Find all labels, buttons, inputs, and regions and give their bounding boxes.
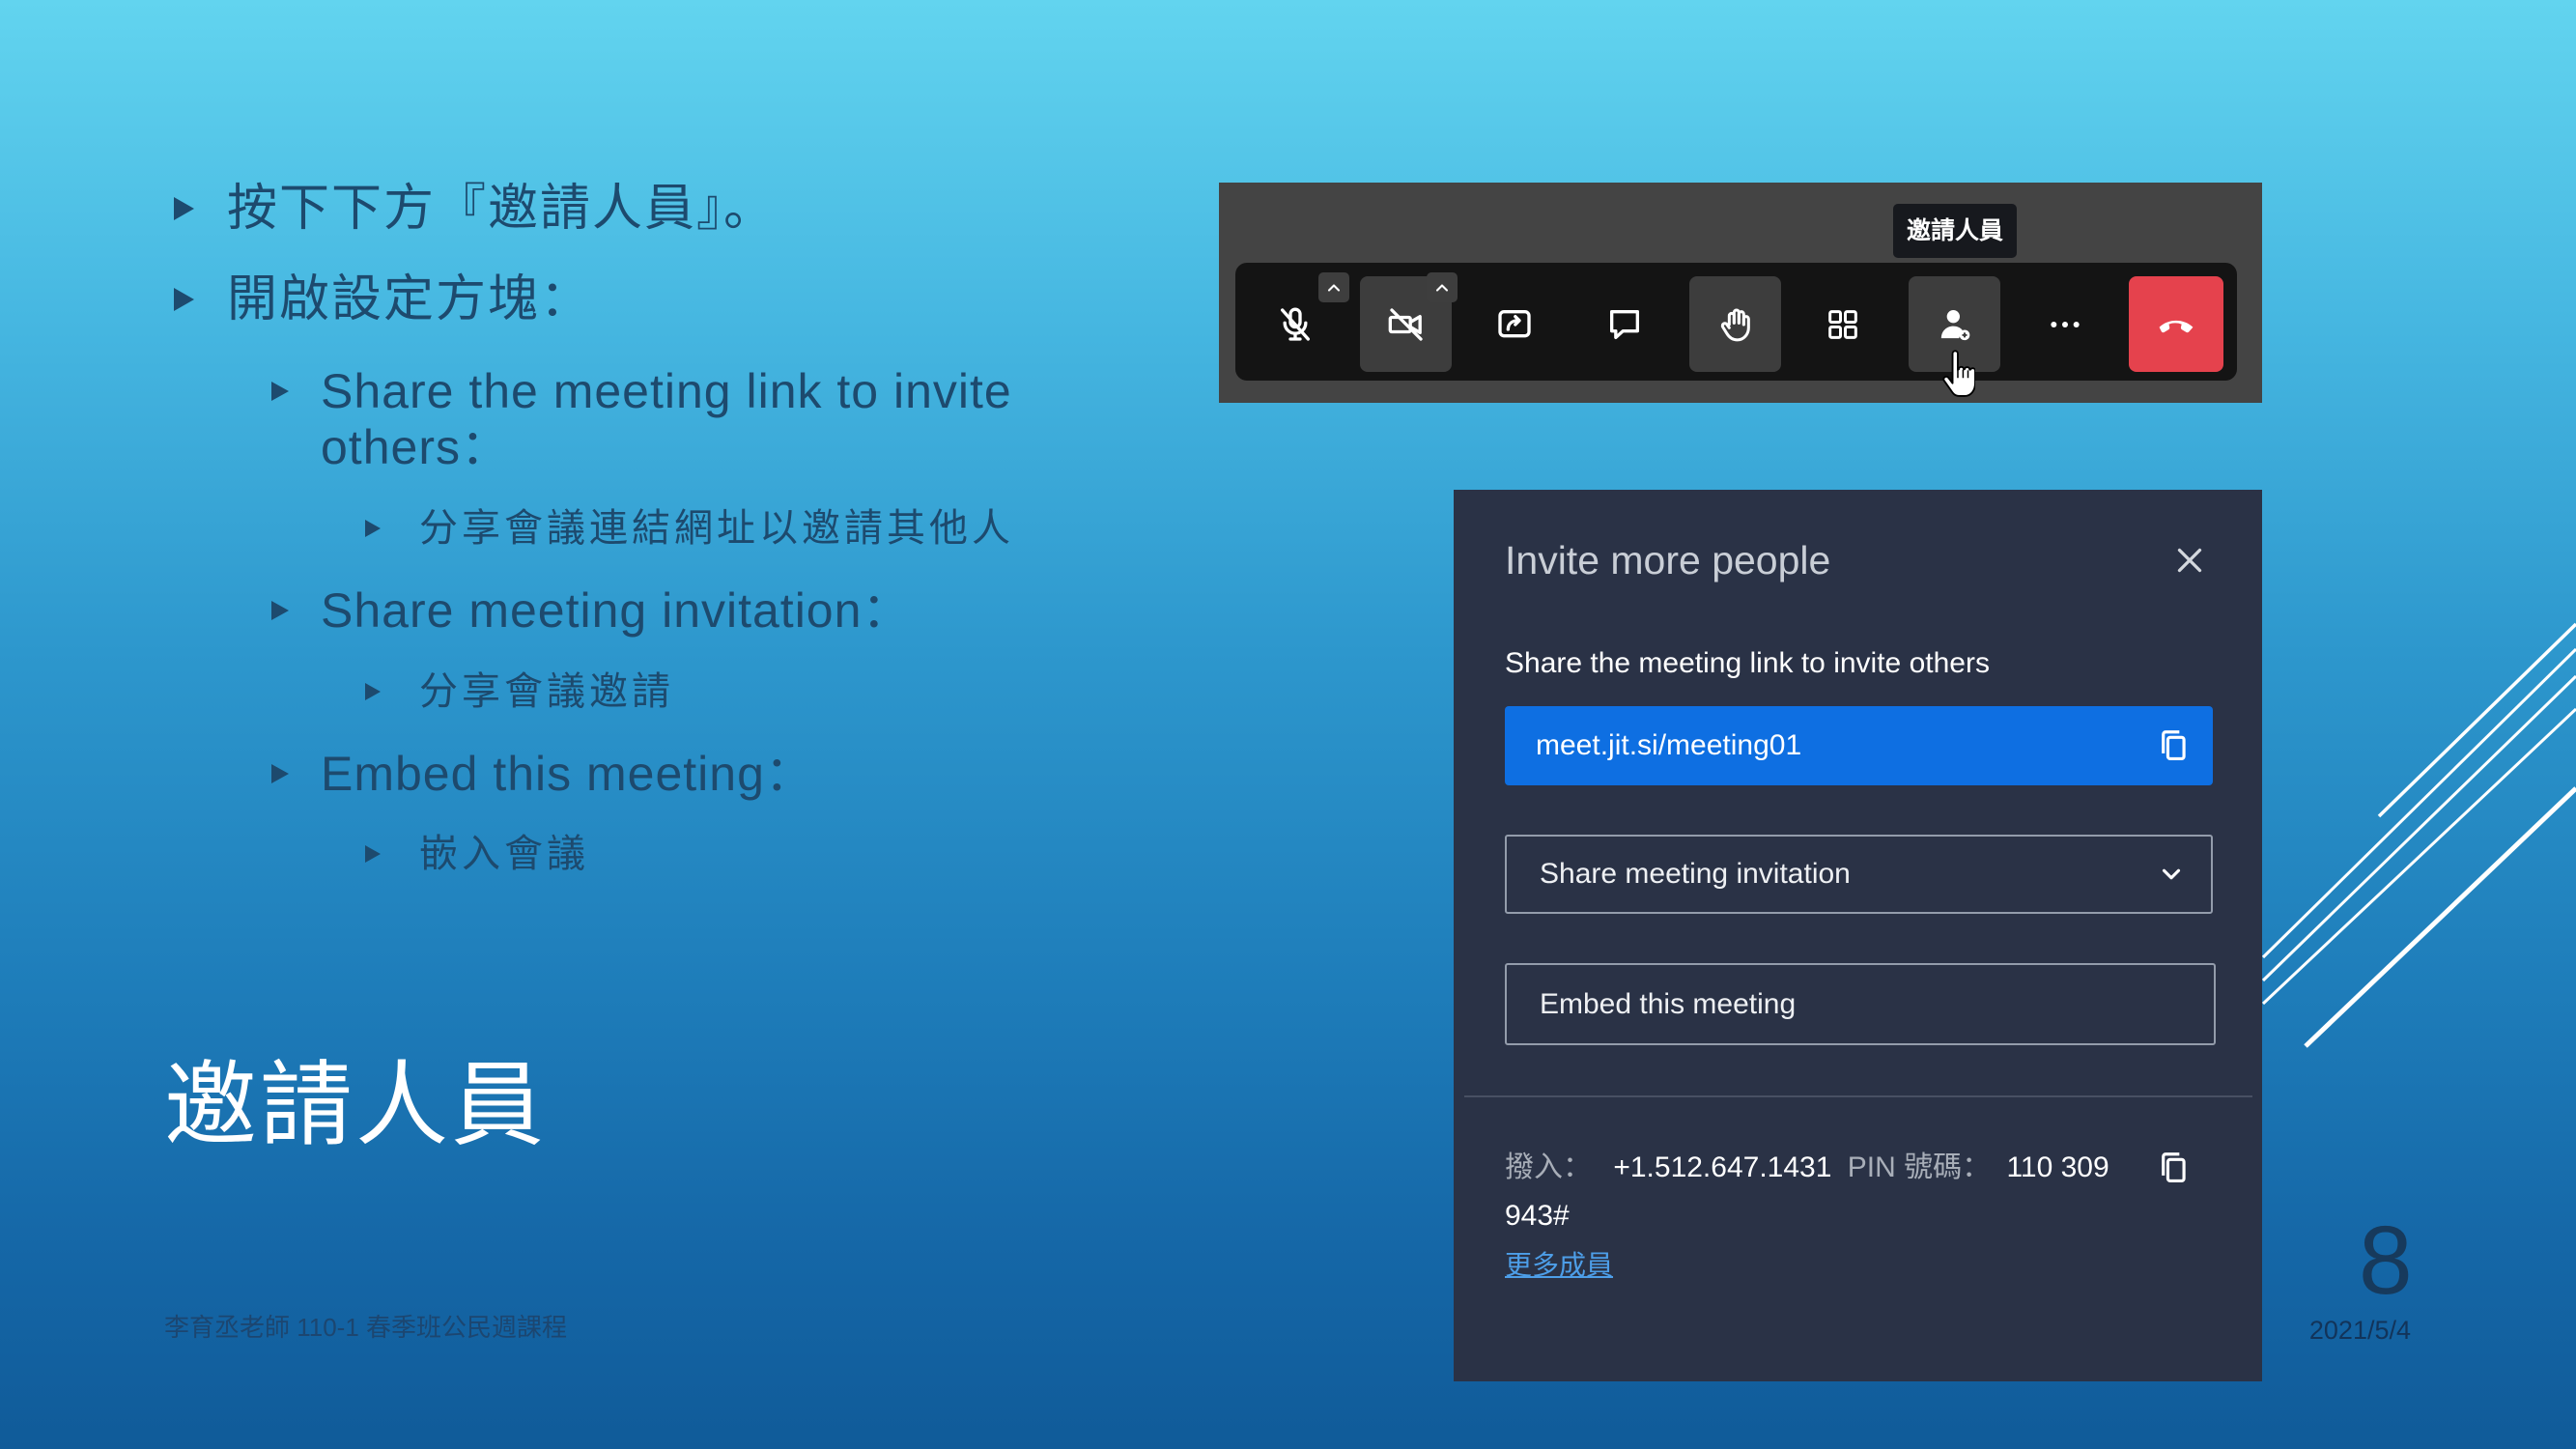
slide-title: 邀請人員 xyxy=(164,1054,547,1157)
dial-in-number: +1.512.647.1431 xyxy=(1613,1151,1832,1183)
camera-options-button[interactable] xyxy=(1427,272,1458,302)
more-options-button[interactable] xyxy=(2019,276,2110,372)
bullet-text: Share the meeting link to invite others： xyxy=(321,364,1012,474)
divider xyxy=(1464,1095,2252,1097)
chevron-up-icon xyxy=(1435,283,1449,292)
dialog-title: Invite more people xyxy=(1505,538,1831,582)
invite-dialog: Invite more people Share the meeting lin… xyxy=(1454,490,2262,1381)
bullet-text: Embed this meeting： xyxy=(321,747,814,801)
bullet-text: 分享會議連結網址以邀請其他人 xyxy=(419,507,1014,550)
bullet-item: Share meeting invitation： xyxy=(271,582,1093,639)
decorative-line xyxy=(2261,647,2576,959)
bullet-item: Share the meeting link to invite others： xyxy=(271,363,1093,475)
more-icon xyxy=(2050,321,2080,327)
bullet-text: 嵌入會議 xyxy=(419,833,589,875)
bullet-item: 開啟設定方塊： xyxy=(174,270,592,328)
bullet-item: Embed this meeting： xyxy=(271,746,1093,802)
toolbar-screenshot: 邀請人員 xyxy=(1219,183,2262,403)
bullet-text: Share meeting invitation： xyxy=(321,583,912,638)
share-invitation-dropdown[interactable]: Share meeting invitation xyxy=(1505,835,2213,914)
bullet-marker xyxy=(365,845,381,863)
camera-off-icon xyxy=(1388,307,1423,341)
embed-meeting-button[interactable]: Embed this meeting xyxy=(1505,963,2216,1045)
bullet-marker xyxy=(271,382,289,401)
bullet-item: 分享會議邀請 xyxy=(365,668,674,716)
meeting-link-text: meet.jit.si/meeting01 xyxy=(1536,729,1802,761)
page-number: 8 xyxy=(2359,1207,2413,1315)
decorative-line xyxy=(2304,786,2576,1048)
more-numbers-link[interactable]: 更多成員 xyxy=(1505,1246,1613,1285)
share-screen-icon xyxy=(1497,309,1531,337)
share-screen-button[interactable] xyxy=(1468,276,1560,372)
slide-date: 2021/5/4 xyxy=(2308,1316,2411,1345)
bullet-marker xyxy=(174,288,194,311)
dial-in-label: 撥入： xyxy=(1505,1151,1592,1183)
close-icon[interactable] xyxy=(2172,543,2207,578)
dial-in-info: 撥入： +1.512.647.1431 PIN 號碼： 110 309 943# xyxy=(1505,1144,2123,1240)
raise-hand-button[interactable] xyxy=(1689,276,1781,372)
hangup-icon xyxy=(2159,320,2194,332)
microphone-options-button[interactable] xyxy=(1318,272,1349,302)
mic-off-icon xyxy=(1280,307,1310,341)
invite-people-icon xyxy=(1940,309,1969,340)
decorative-lines xyxy=(2261,622,2576,1048)
chat-icon xyxy=(1609,309,1639,339)
bullet-item: 分享會議連結網址以邀請其他人 xyxy=(365,504,1014,553)
meeting-link-field[interactable]: meet.jit.si/meeting01 xyxy=(1505,706,2213,785)
share-link-label: Share the meeting link to invite others xyxy=(1505,647,1990,679)
bullet-marker xyxy=(365,683,381,700)
pin-label: PIN 號碼： xyxy=(1847,1151,1992,1183)
bullet-text: 分享會議邀請 xyxy=(419,670,674,713)
copy-link-icon[interactable] xyxy=(2155,727,2192,764)
chat-button[interactable] xyxy=(1578,276,1670,372)
slide-footer: 李育丞老師 110-1 春季班公民週課程 xyxy=(164,1313,568,1342)
tile-view-icon xyxy=(1827,309,1857,339)
hangup-button[interactable] xyxy=(2129,276,2223,372)
tile-view-button[interactable] xyxy=(1797,276,1888,372)
hand-cursor-icon xyxy=(1942,350,1975,397)
embed-meeting-label: Embed this meeting xyxy=(1540,988,1797,1020)
decorative-line xyxy=(2377,622,2576,818)
bullet-item: 按下下方『邀請人員』。 xyxy=(174,180,776,238)
raise-hand-icon xyxy=(1720,308,1750,341)
invite-tooltip: 邀請人員 xyxy=(1893,204,2017,258)
bullet-text: 開啟設定方塊： xyxy=(227,271,593,327)
bullet-marker xyxy=(174,197,194,220)
share-invitation-label: Share meeting invitation xyxy=(1540,858,1851,890)
bullet-text: 按下下方『邀請人員』。 xyxy=(227,181,777,237)
bullet-item: 嵌入會議 xyxy=(365,830,589,878)
bullet-marker xyxy=(365,520,381,537)
chevron-up-icon xyxy=(1327,283,1341,292)
copy-dial-in-icon[interactable] xyxy=(2155,1150,2192,1186)
decorative-line xyxy=(2261,707,2576,1006)
chevron-down-icon xyxy=(2162,868,2181,880)
bullet-marker xyxy=(271,764,289,783)
bullet-marker xyxy=(271,601,289,620)
